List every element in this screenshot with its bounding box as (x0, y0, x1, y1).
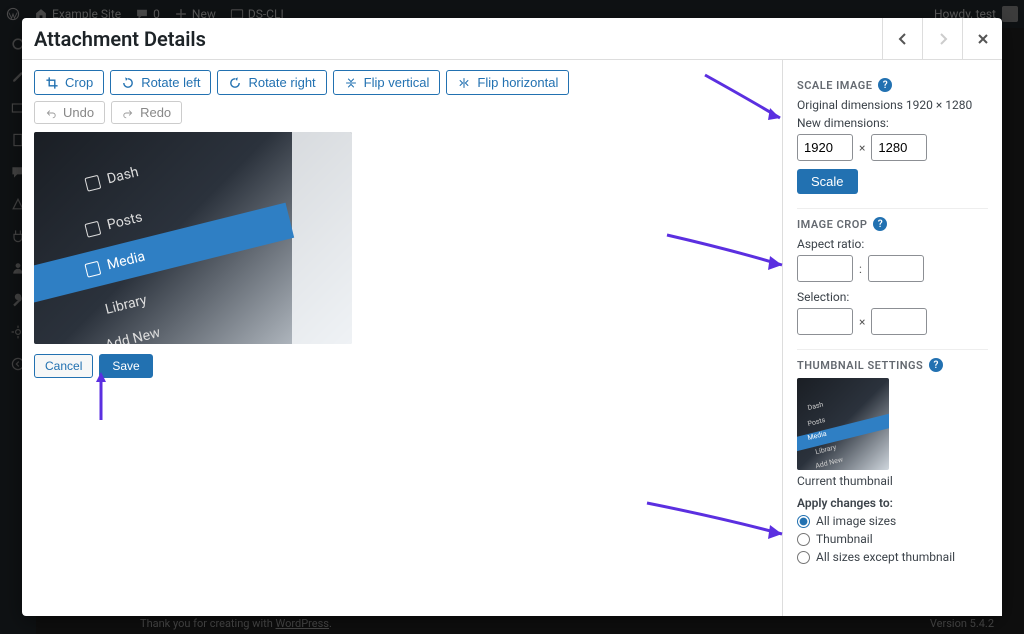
thumbnail-settings-section: THUMBNAIL SETTINGS? Dash Posts Media Lib… (797, 350, 988, 582)
annotation-arrow (93, 370, 113, 426)
help-icon[interactable]: ? (878, 78, 892, 92)
flip-horizontal-button[interactable]: Flip horizontal (446, 70, 569, 95)
scale-heading: SCALE IMAGE (797, 79, 872, 92)
original-dimensions: Original dimensions 1920 × 1280 (797, 98, 988, 112)
editor-toolbar: Crop Rotate left Rotate right Flip verti… (34, 70, 770, 95)
flip-vertical-button[interactable]: Flip vertical (333, 70, 441, 95)
cancel-button[interactable]: Cancel (34, 354, 93, 378)
apply-changes-label: Apply changes to: (797, 496, 988, 510)
aspect-ratio-label: Aspect ratio: (797, 237, 988, 251)
crop-button[interactable]: Crop (34, 70, 104, 95)
scale-height-input[interactable] (871, 134, 927, 161)
image-crop-section: IMAGE CROP? Aspect ratio: : Selection: × (797, 209, 988, 350)
colon-sep: : (859, 262, 862, 276)
scale-image-section: SCALE IMAGE? Original dimensions 1920 × … (797, 70, 988, 209)
aspect-height-input[interactable] (868, 255, 924, 282)
apply-thumbnail-radio[interactable]: Thumbnail (797, 532, 988, 546)
crop-label: Crop (65, 75, 93, 90)
new-dimensions-label: New dimensions: (797, 116, 988, 130)
rotate-right-label: Rotate right (248, 75, 315, 90)
redo-button[interactable]: Redo (111, 101, 182, 124)
help-icon[interactable]: ? (873, 217, 887, 231)
selection-width-input[interactable] (797, 308, 853, 335)
selection-label: Selection: (797, 290, 988, 304)
annotation-arrow (642, 498, 792, 552)
help-icon[interactable]: ? (929, 358, 943, 372)
modal-title: Attachment Details (34, 27, 882, 51)
apply-except-thumb-radio[interactable]: All sizes except thumbnail (797, 550, 988, 564)
apply-all-radio[interactable]: All image sizes (797, 514, 988, 528)
save-button[interactable]: Save (99, 354, 152, 378)
redo-label: Redo (140, 105, 171, 120)
rotate-left-button[interactable]: Rotate left (110, 70, 211, 95)
undo-button[interactable]: Undo (34, 101, 105, 124)
undo-label: Undo (63, 105, 94, 120)
times-sep: × (859, 315, 865, 329)
image-editor-sidebar: SCALE IMAGE? Original dimensions 1920 × … (782, 60, 1002, 616)
current-thumbnail-label: Current thumbnail (797, 474, 988, 488)
modal-header: Attachment Details (22, 18, 1002, 60)
times-sep: × (859, 141, 865, 155)
flip-vertical-label: Flip vertical (364, 75, 430, 90)
scale-width-input[interactable] (797, 134, 853, 161)
image-editor-main: Crop Rotate left Rotate right Flip verti… (22, 60, 782, 616)
thumbnail-heading: THUMBNAIL SETTINGS (797, 359, 923, 372)
selection-height-input[interactable] (871, 308, 927, 335)
current-thumbnail-preview: Dash Posts Media Library Add New (797, 378, 889, 470)
image-preview[interactable]: Dash Posts Media Library Add New (34, 132, 352, 344)
attachment-details-modal: Attachment Details Crop Rotate left Rota… (22, 18, 1002, 616)
close-modal-button[interactable] (962, 18, 1002, 60)
crop-heading: IMAGE CROP (797, 218, 867, 231)
annotation-arrow (662, 230, 792, 284)
aspect-width-input[interactable] (797, 255, 853, 282)
rotate-left-label: Rotate left (141, 75, 200, 90)
prev-attachment-button[interactable] (882, 18, 922, 60)
scale-button[interactable]: Scale (797, 169, 858, 194)
rotate-right-button[interactable]: Rotate right (217, 70, 326, 95)
next-attachment-button[interactable] (922, 18, 962, 60)
flip-horizontal-label: Flip horizontal (477, 75, 558, 90)
